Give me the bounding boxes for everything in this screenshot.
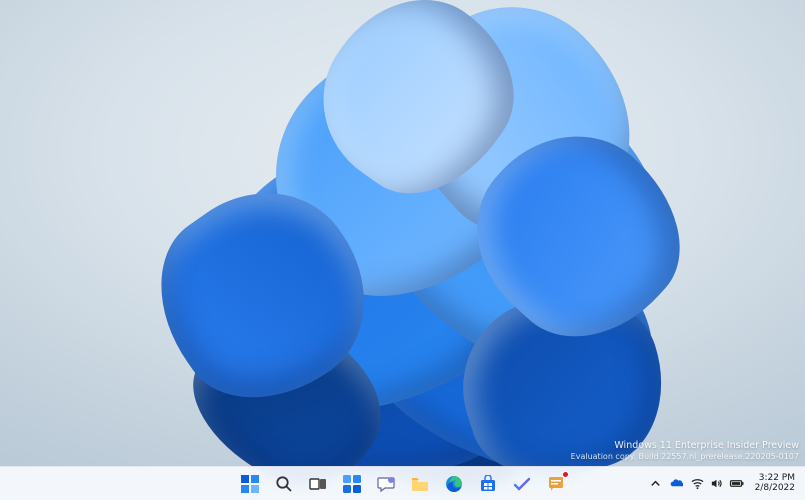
search-button[interactable] xyxy=(268,468,300,500)
widgets-button[interactable] xyxy=(336,468,368,500)
taskview-icon xyxy=(309,475,327,493)
taskbar-center-group xyxy=(234,467,572,500)
watermark-line2: Evaluation copy. Build 22557.ni_prerelea… xyxy=(571,452,799,462)
taskbar: 3:22 PM 2/8/2022 xyxy=(0,466,805,500)
clock-button[interactable]: 3:22 PM 2/8/2022 xyxy=(749,470,801,498)
task-view-button[interactable] xyxy=(302,468,334,500)
network-volume-battery-button[interactable] xyxy=(687,470,749,498)
onedrive-icon xyxy=(670,477,683,490)
wallpaper-bloom xyxy=(123,16,683,486)
widgets-icon xyxy=(343,475,361,493)
store-icon xyxy=(479,475,497,493)
chat-icon xyxy=(377,475,395,493)
volume-icon xyxy=(710,477,723,490)
todo-button[interactable] xyxy=(506,468,538,500)
edge-icon xyxy=(445,475,463,493)
system-tray: 3:22 PM 2/8/2022 xyxy=(645,467,801,500)
file-explorer-button[interactable] xyxy=(404,468,436,500)
check-icon xyxy=(513,475,531,493)
wifi-icon xyxy=(691,477,704,490)
store-button[interactable] xyxy=(472,468,504,500)
desktop[interactable]: Windows 11 Enterprise Insider Preview Ev… xyxy=(0,0,805,500)
windows-icon xyxy=(241,475,259,493)
start-button[interactable] xyxy=(234,468,266,500)
battery-icon xyxy=(729,477,745,490)
chevron-up-icon xyxy=(649,477,662,490)
edge-button[interactable] xyxy=(438,468,470,500)
chat-button[interactable] xyxy=(370,468,402,500)
watermark-line1: Windows 11 Enterprise Insider Preview xyxy=(571,440,799,452)
search-icon xyxy=(275,475,293,493)
folder-icon xyxy=(411,475,429,493)
notification-badge-icon xyxy=(562,471,569,478)
tray-overflow-button[interactable] xyxy=(645,470,666,498)
feedback-hub-button[interactable] xyxy=(540,468,572,500)
onedrive-tray-button[interactable] xyxy=(666,470,687,498)
clock-date: 2/8/2022 xyxy=(755,484,795,494)
build-watermark: Windows 11 Enterprise Insider Preview Ev… xyxy=(571,440,799,462)
